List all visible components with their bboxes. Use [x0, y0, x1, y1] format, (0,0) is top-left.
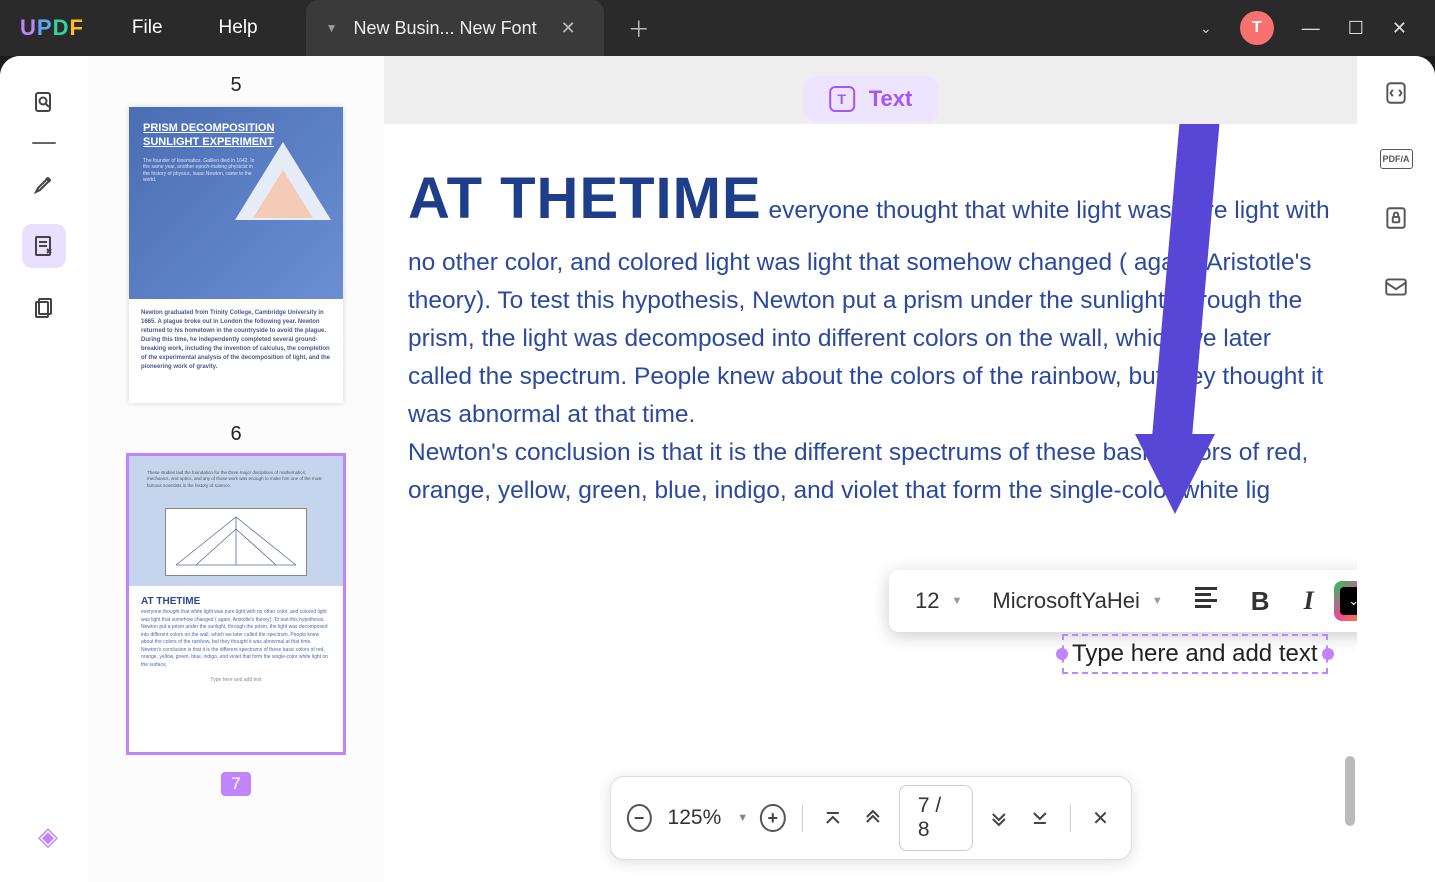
- chevron-down-icon: ▼: [1152, 595, 1163, 607]
- scrollbar[interactable]: [1345, 756, 1355, 826]
- close-icon[interactable]: ✕: [1392, 18, 1407, 39]
- annotation-arrow: [1165, 124, 1205, 454]
- thumbnail-7[interactable]: These studies laid the foundation for th…: [129, 456, 343, 752]
- italic-button[interactable]: I: [1290, 580, 1328, 622]
- text-input-box[interactable]: Type here and add text: [1062, 634, 1328, 674]
- pages-icon[interactable]: [22, 286, 66, 330]
- align-left-icon[interactable]: [1181, 578, 1231, 624]
- pdfa-button[interactable]: PDF/A: [1380, 149, 1413, 169]
- edit-mode-pill[interactable]: T Text: [803, 76, 939, 122]
- tab-title: New Busin... New Font: [354, 18, 537, 39]
- tab-close-icon[interactable]: ✕: [553, 18, 584, 39]
- thumb7-heading: AT THETIME: [141, 596, 331, 607]
- zoom-dropdown-icon[interactable]: ▼: [737, 812, 748, 824]
- text-format-toolbar: 12▼ MicrosoftYaHei▼ B I ⌄: [889, 570, 1357, 632]
- document-canvas: T Text AT THETIME everyone thought that …: [384, 56, 1357, 882]
- window-menu-icon[interactable]: ⌄: [1200, 20, 1212, 37]
- next-page-icon[interactable]: [985, 802, 1013, 834]
- menu-help[interactable]: Help: [191, 17, 286, 39]
- first-page-icon[interactable]: [818, 802, 846, 834]
- prism-graphic: [235, 142, 331, 220]
- navigation-bar: − 125% ▼ + 7 / 8 ✕: [609, 776, 1131, 860]
- resize-handle-right[interactable]: [1322, 648, 1334, 660]
- new-tab-button[interactable]: ＋: [604, 12, 674, 44]
- font-family-select[interactable]: MicrosoftYaHei▼: [980, 582, 1174, 620]
- toolbar-divider: [32, 142, 56, 144]
- left-toolbar: [0, 56, 88, 882]
- text-color-button[interactable]: ⌄: [1334, 581, 1357, 621]
- highlighter-icon[interactable]: [22, 162, 66, 206]
- thumbnail-5[interactable]: PRISM DECOMPOSITION SUNLIGHT EXPERIMENT …: [129, 107, 343, 403]
- thumb7-placeholder: Type here and add text: [141, 677, 331, 683]
- right-toolbar: PDF/A: [1357, 56, 1435, 882]
- titlebar: UPDF File Help ▼ New Busin... New Font ✕…: [0, 0, 1435, 56]
- layers-icon[interactable]: ◈: [38, 821, 58, 852]
- convert-icon[interactable]: [1383, 80, 1409, 113]
- user-avatar[interactable]: T: [1240, 11, 1274, 45]
- chevron-down-icon: ▼: [951, 595, 962, 607]
- current-page-badge: 7: [221, 772, 250, 796]
- search-icon[interactable]: [22, 80, 66, 124]
- maximize-icon[interactable]: ☐: [1348, 18, 1364, 39]
- tab-dropdown-icon[interactable]: ▼: [326, 21, 338, 35]
- resize-handle-left[interactable]: [1056, 648, 1068, 660]
- page-indicator[interactable]: 7 / 8: [899, 785, 973, 851]
- font-size-select[interactable]: 12▼: [903, 582, 974, 620]
- page-heading: AT THETIME: [408, 166, 762, 231]
- close-bar-icon[interactable]: ✕: [1086, 802, 1114, 834]
- zoom-out-button[interactable]: −: [626, 804, 651, 832]
- app-logo: UPDF: [0, 15, 104, 41]
- zoom-in-button[interactable]: +: [760, 804, 785, 832]
- text-placeholder: Type here and add text: [1072, 640, 1318, 667]
- bold-button[interactable]: B: [1237, 580, 1284, 623]
- last-page-icon[interactable]: [1025, 802, 1053, 834]
- prev-page-icon[interactable]: [859, 802, 887, 834]
- page-number-5: 5: [88, 74, 384, 97]
- thumbnail-panel: 5 PRISM DECOMPOSITION SUNLIGHT EXPERIMEN…: [88, 56, 384, 882]
- edit-text-icon[interactable]: [22, 224, 66, 268]
- text-mode-icon: T: [829, 86, 855, 112]
- share-icon[interactable]: [1383, 274, 1409, 307]
- document-tab[interactable]: ▼ New Busin... New Font ✕: [306, 0, 604, 56]
- protect-icon[interactable]: [1383, 205, 1409, 238]
- text-mode-label: Text: [869, 86, 913, 112]
- menu-file[interactable]: File: [104, 17, 191, 39]
- page-number-6: 6: [88, 423, 384, 446]
- diagram-graphic: [165, 508, 307, 576]
- zoom-value: 125%: [664, 806, 726, 830]
- minimize-icon[interactable]: —: [1302, 18, 1320, 39]
